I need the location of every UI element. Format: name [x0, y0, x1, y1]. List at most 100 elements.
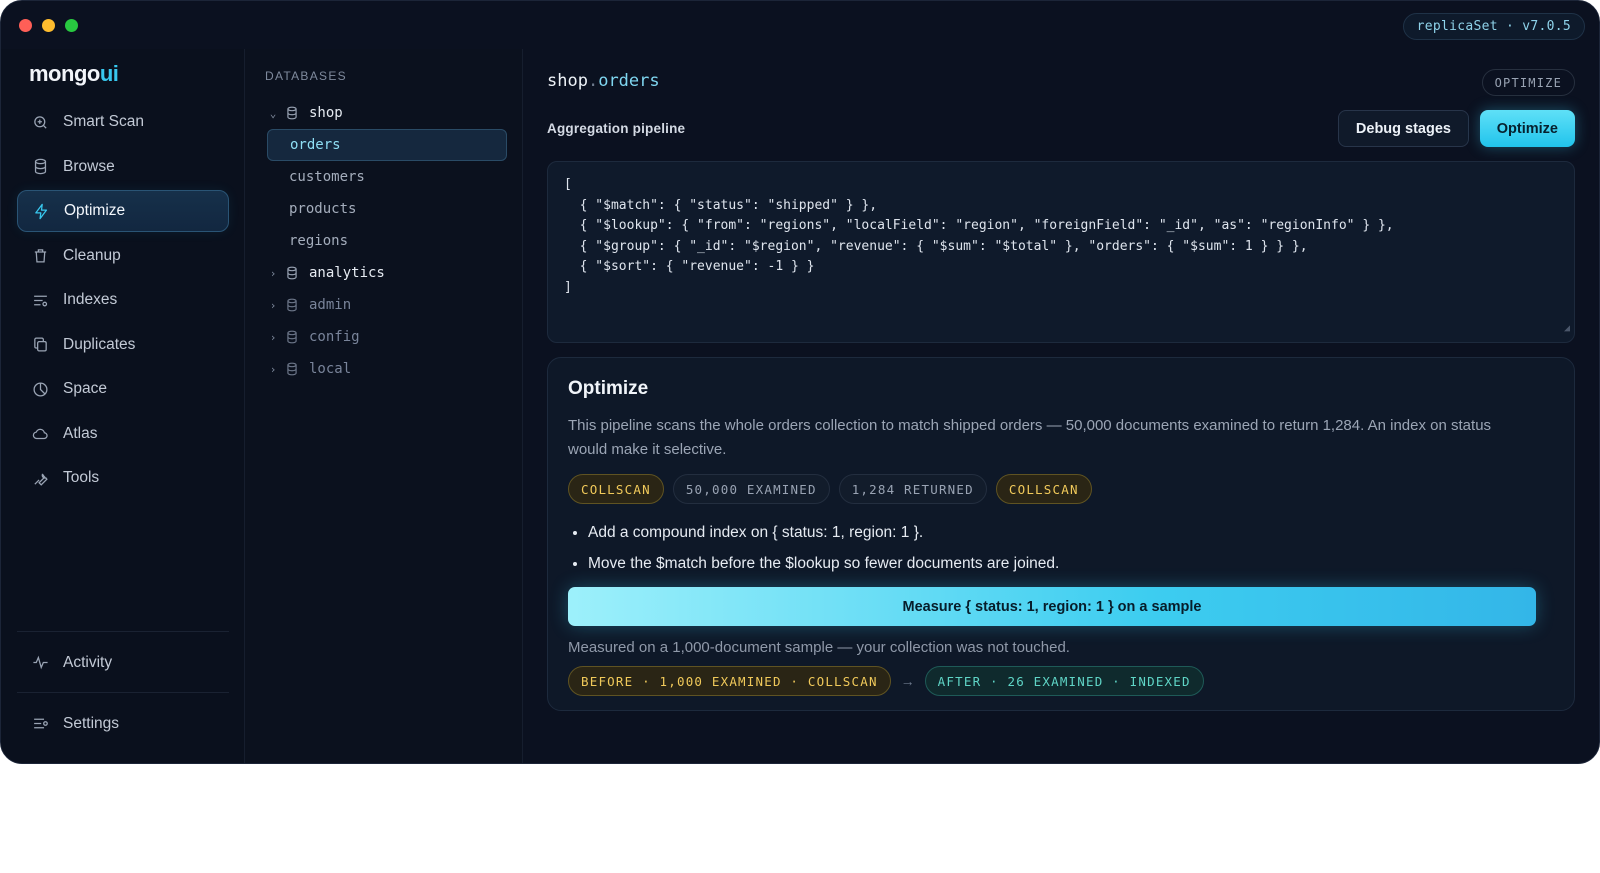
chevron-right-icon[interactable]: › [263, 331, 283, 344]
sidebar-item-duplicates[interactable]: Duplicates [17, 324, 229, 366]
status-badge: COLLSCAN [995, 474, 1092, 504]
databases-heading: DATABASES [265, 69, 347, 83]
tree-db-analytics[interactable]: › analytics [263, 257, 507, 289]
chevron-down-icon[interactable]: ⌄ [263, 107, 283, 120]
pipeline-code: [ { "$match": { "status": "shipped" } },… [564, 177, 1394, 295]
sidebar-item-activity[interactable]: Activity [17, 642, 229, 684]
tree-collection-customers[interactable]: customers [263, 161, 507, 193]
list-item: Add a compound index on { status: 1, reg… [588, 518, 1554, 549]
sidebar-item-cleanup[interactable]: Cleanup [17, 235, 229, 277]
chevron-right-icon[interactable]: › [263, 299, 283, 312]
trash-icon [31, 247, 49, 265]
status-badge: 50,000 EXAMINED [672, 474, 830, 504]
bolt-icon [32, 202, 50, 220]
optimize-card: Optimize This pipeline scans the whole o… [547, 357, 1575, 711]
logo-accent: ui [99, 61, 119, 86]
tree-db-label: analytics [309, 265, 385, 281]
sidebar-item-smart-scan[interactable]: Smart Scan [17, 101, 229, 143]
measure-sample-button[interactable]: Measure { status: 1, region: 1 } on a sa… [568, 587, 1536, 626]
tree-db-label: config [309, 329, 360, 345]
indexes-icon [31, 291, 49, 309]
settings-icon [31, 715, 49, 733]
tree-db-local[interactable]: › local [263, 353, 507, 385]
breadcrumb-separator: . [587, 71, 599, 91]
resize-handle-icon[interactable]: ◢ [1564, 319, 1570, 340]
tree-db-admin[interactable]: › admin [263, 289, 507, 321]
database-icon [285, 329, 301, 345]
pie-icon [31, 380, 49, 398]
replica-badge: replicaSet · v7.0.5 [1402, 13, 1585, 40]
database-panel: DATABASES ⌄ shop orders customers produc… [245, 49, 523, 763]
chevron-right-icon[interactable]: › [263, 267, 283, 280]
logo-brand: mongo [29, 61, 100, 86]
optimize-button[interactable]: Optimize [1479, 110, 1575, 147]
arrow-right-icon: → [900, 673, 915, 689]
divider [17, 691, 229, 693]
sidebar-item-indexes[interactable]: Indexes [17, 279, 229, 321]
suggestions-list: Add a compound index on { status: 1, reg… [568, 518, 1554, 579]
logo: mongoui [29, 61, 119, 87]
debug-stages-button[interactable]: Debug stages [1337, 110, 1469, 147]
mode-tag: OPTIMIZE [1481, 69, 1575, 96]
sidebar-item-optimize[interactable]: Optimize [17, 190, 229, 232]
zoom-window-button[interactable] [65, 19, 78, 32]
sidebar-item-label: Cleanup [63, 246, 121, 264]
chevron-right-icon[interactable]: › [263, 363, 283, 376]
before-badge: BEFORE · 1,000 EXAMINED · COLLSCAN [568, 666, 891, 696]
tree-collection-orders[interactable]: orders [267, 129, 507, 161]
status-badge: 1,284 RETURNED [838, 474, 987, 504]
sidebar-item-label: Space [63, 380, 107, 397]
sidebar-item-label: Optimize [64, 202, 126, 219]
sidebar-item-label: Indexes [63, 291, 118, 308]
close-window-button[interactable] [19, 19, 32, 32]
main-panel: shop.orders OPTIMIZE Aggregation pipelin… [523, 49, 1599, 763]
optimize-description: This pipeline scans the whole orders col… [568, 417, 1492, 458]
after-badge: AFTER · 26 EXAMINED · INDEXED [924, 666, 1204, 696]
sidebar-item-label: Activity [63, 653, 113, 671]
app-window: replicaSet · v7.0.5 mongoui Smart Scan B… [0, 0, 1600, 764]
before-after-comparison: BEFORE · 1,000 EXAMINED · COLLSCAN → AFT… [568, 666, 1554, 696]
tree-db-label: admin [309, 297, 352, 313]
divider [17, 630, 229, 632]
breadcrumb: shop.orders [547, 71, 660, 91]
sidebar-item-label: Smart Scan [63, 113, 144, 130]
stats-pills: COLLSCAN 50,000 EXAMINED 1,284 RETURNED … [568, 474, 1554, 504]
measure-note: Measured on a 1,000-document sample — yo… [568, 639, 1070, 656]
window-controls [19, 19, 78, 32]
tree-collection-regions[interactable]: regions [263, 225, 507, 257]
activity-icon [31, 654, 49, 672]
database-icon [285, 361, 301, 377]
database-icon [285, 297, 301, 313]
tree-db-config[interactable]: › config [263, 321, 507, 353]
breadcrumb-collection: orders [598, 71, 660, 91]
sidebar-nav: Smart Scan Browse Optimize Cleanup Index… [17, 101, 229, 502]
sidebar-item-space[interactable]: Space [17, 368, 229, 410]
tree-db-shop[interactable]: ⌄ shop [263, 97, 507, 129]
sidebar-bottom: Activity Settings [17, 630, 229, 748]
sidebar-item-label: Settings [63, 714, 120, 732]
tree-collection-products[interactable]: products [263, 193, 507, 225]
sidebar-item-label: Duplicates [63, 335, 136, 353]
tree-db-label: local [309, 361, 352, 377]
sidebar-item-settings[interactable]: Settings [17, 703, 229, 745]
duplicates-icon [31, 336, 49, 354]
pipeline-editor[interactable]: [ { "$match": { "status": "shipped" } },… [547, 161, 1575, 343]
pipeline-label: Aggregation pipeline [547, 121, 686, 136]
sidebar-item-label: Browse [63, 157, 115, 175]
breadcrumb-db: shop [547, 71, 588, 91]
minimize-window-button[interactable] [42, 19, 55, 32]
tree-db-label: shop [309, 105, 343, 121]
sidebar: mongoui Smart Scan Browse Optimize Clean… [1, 49, 245, 763]
smart-scan-icon [31, 113, 49, 131]
cloud-icon [31, 425, 49, 443]
status-badge: COLLSCAN [568, 474, 664, 504]
optimize-title: Optimize [568, 378, 649, 399]
list-item: Move the $match before the $lookup so fe… [588, 549, 1554, 580]
sidebar-item-atlas[interactable]: Atlas [17, 413, 229, 455]
sidebar-item-browse[interactable]: Browse [17, 146, 229, 188]
wrench-icon [31, 469, 49, 487]
sidebar-item-tools[interactable]: Tools [17, 457, 229, 499]
sidebar-item-label: Atlas [63, 424, 98, 442]
database-icon [285, 265, 301, 281]
database-icon [285, 105, 301, 121]
